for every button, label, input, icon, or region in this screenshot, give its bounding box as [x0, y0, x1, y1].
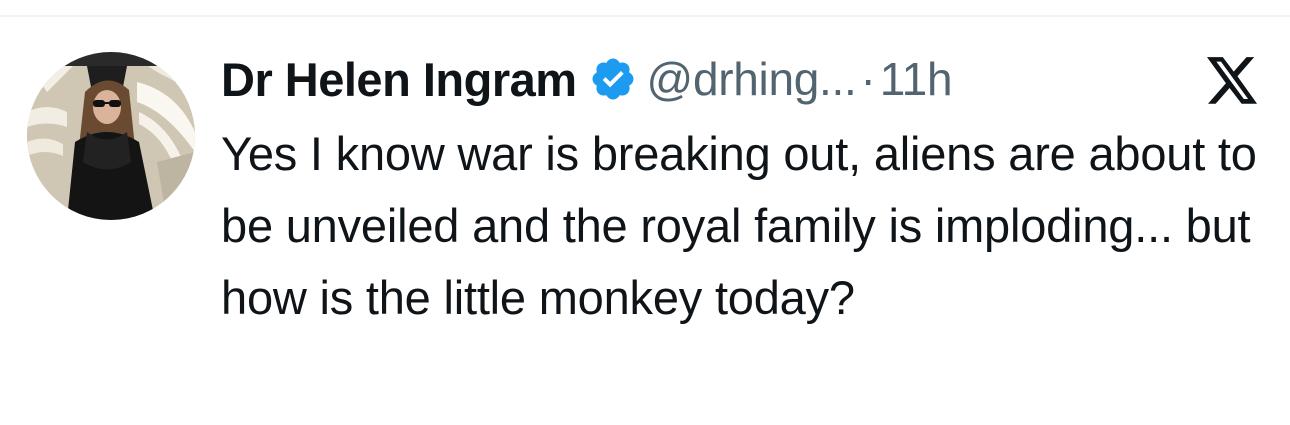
meta-separator: · — [860, 53, 876, 105]
verified-badge-icon — [589, 55, 637, 103]
x-logo-icon[interactable] — [1207, 57, 1259, 105]
top-divider — [0, 15, 1290, 17]
author-display-name[interactable]: Dr Helen Ingram — [221, 52, 577, 107]
avatar[interactable] — [27, 52, 195, 220]
avatar-image — [27, 52, 195, 220]
author-handle[interactable]: @drhing... — [647, 52, 857, 106]
tweet-timestamp[interactable]: 11h — [880, 52, 953, 106]
tweet-text: Yes I know war is breaking out, aliens a… — [221, 127, 1257, 324]
tweet-header: Dr Helen Ingram @drhing... · 11h — [221, 46, 1271, 112]
